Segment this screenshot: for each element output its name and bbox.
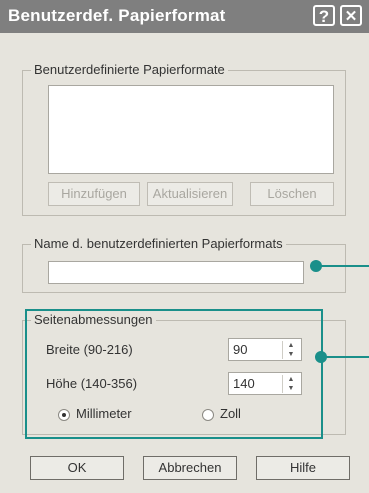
unit-mm-radio[interactable] xyxy=(58,409,70,421)
height-spin-arrows[interactable]: ▲ ▼ xyxy=(282,375,299,393)
height-value: 140 xyxy=(233,376,255,391)
callout-line-size xyxy=(325,356,369,358)
unit-mm-label: Millimeter xyxy=(76,406,132,421)
unit-inch-radio[interactable] xyxy=(202,409,214,421)
title-bar: Benutzerdef. Papierformat ? ✕ xyxy=(0,0,369,33)
help-button[interactable]: Hilfe xyxy=(256,456,350,480)
custom-paper-size-dialog: Benutzerdef. Papierformat ? ✕ Benutzerde… xyxy=(0,0,369,493)
format-name-field[interactable] xyxy=(48,261,304,284)
custom-formats-legend: Benutzerdefinierte Papierformate xyxy=(31,62,228,77)
update-button[interactable]: Aktualisieren xyxy=(147,182,233,206)
width-spin-arrows[interactable]: ▲ ▼ xyxy=(282,341,299,359)
dialog-title: Benutzerdef. Papierformat xyxy=(8,6,226,25)
ok-button[interactable]: OK xyxy=(30,456,124,480)
spin-up-icon[interactable]: ▲ xyxy=(283,375,299,384)
height-spinner[interactable]: 140 ▲ ▼ xyxy=(228,372,302,395)
close-button[interactable]: ✕ xyxy=(340,5,362,26)
width-value: 90 xyxy=(233,342,248,357)
unit-inch-label: Zoll xyxy=(220,406,241,421)
spin-down-icon[interactable]: ▼ xyxy=(283,384,299,393)
height-label: Höhe (140-356) xyxy=(46,376,138,391)
custom-formats-list[interactable] xyxy=(48,85,334,174)
width-spinner[interactable]: 90 ▲ ▼ xyxy=(228,338,302,361)
width-label: Breite (90-216) xyxy=(46,342,133,357)
delete-button[interactable]: Löschen xyxy=(250,182,334,206)
spin-down-icon[interactable]: ▼ xyxy=(283,350,299,359)
cancel-button[interactable]: Abbrechen xyxy=(143,456,237,480)
callout-line-name xyxy=(320,265,369,267)
add-button[interactable]: Hinzufügen xyxy=(48,182,140,206)
format-name-legend: Name d. benutzerdefinierten Papierformat… xyxy=(31,236,286,251)
help-title-button[interactable]: ? xyxy=(313,5,335,26)
spin-up-icon[interactable]: ▲ xyxy=(283,341,299,350)
